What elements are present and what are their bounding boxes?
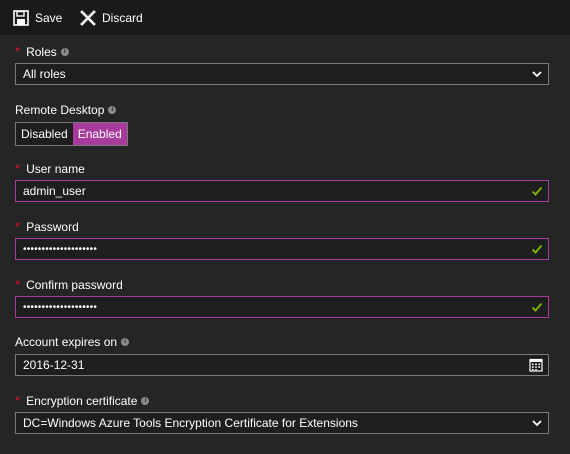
user-name-input[interactable]: admin_user — [15, 180, 549, 202]
required-marker: * — [15, 161, 21, 176]
password-label: * Password — [15, 219, 79, 234]
password-input[interactable]: •••••••••••••••••••• — [15, 238, 549, 260]
account-expires-label: Account expires on i — [15, 335, 130, 349]
calendar-icon[interactable] — [529, 358, 543, 372]
required-marker: * — [15, 393, 21, 408]
confirm-password-value: •••••••••••••••••••• — [23, 301, 98, 313]
info-icon[interactable]: i — [108, 106, 117, 114]
discard-button[interactable]: Discard — [80, 0, 143, 35]
remote-desktop-toggle[interactable]: Disabled Enabled — [15, 122, 128, 146]
user-name-value: admin_user — [23, 184, 86, 198]
info-icon[interactable]: i — [141, 396, 150, 405]
required-marker: * — [15, 277, 21, 292]
encryption-certificate-label-text: Encryption certificate — [26, 393, 138, 408]
confirm-password-label-text: Confirm password — [26, 277, 123, 292]
roles-dropdown[interactable]: All roles — [15, 63, 549, 85]
toggle-option-disabled[interactable]: Disabled — [16, 123, 73, 145]
command-bar: Save Discard — [0, 0, 570, 36]
roles-label: * Roles i — [15, 44, 69, 59]
chevron-down-icon — [532, 420, 542, 427]
encryption-certificate-dropdown[interactable]: DC=Windows Azure Tools Encryption Certif… — [15, 412, 549, 434]
chevron-down-icon — [532, 71, 542, 78]
info-icon[interactable]: i — [121, 338, 130, 346]
confirm-password-label: * Confirm password — [15, 277, 123, 292]
save-label: Save — [35, 10, 63, 25]
checkmark-icon — [531, 244, 543, 254]
encryption-certificate-label: * Encryption certificate i — [15, 393, 150, 408]
user-name-label-text: User name — [26, 161, 85, 176]
required-marker: * — [15, 44, 21, 59]
account-expires-date-input[interactable]: 2016-12-31 — [15, 354, 549, 376]
save-button[interactable]: Save — [13, 0, 62, 35]
encryption-certificate-value: DC=Windows Azure Tools Encryption Certif… — [23, 416, 358, 430]
roles-label-text: Roles — [26, 44, 57, 59]
roles-value: All roles — [23, 67, 66, 81]
required-marker: * — [15, 219, 21, 234]
account-expires-value: 2016-12-31 — [23, 358, 85, 372]
checkmark-icon — [531, 186, 543, 196]
user-name-label: * User name — [15, 161, 85, 176]
account-expires-label-text: Account expires on — [15, 335, 118, 349]
confirm-password-input[interactable]: •••••••••••••••••••• — [15, 296, 549, 318]
checkmark-icon — [531, 302, 543, 312]
close-icon — [80, 9, 96, 26]
remote-desktop-label-text: Remote Desktop — [15, 103, 105, 117]
remote-desktop-label: Remote Desktop i — [15, 103, 117, 117]
toggle-option-enabled[interactable]: Enabled — [72, 123, 127, 145]
password-value: •••••••••••••••••••• — [23, 243, 98, 255]
discard-label: Discard — [102, 10, 143, 25]
info-icon[interactable]: i — [60, 47, 69, 56]
save-icon — [13, 9, 29, 26]
password-label-text: Password — [26, 219, 79, 234]
